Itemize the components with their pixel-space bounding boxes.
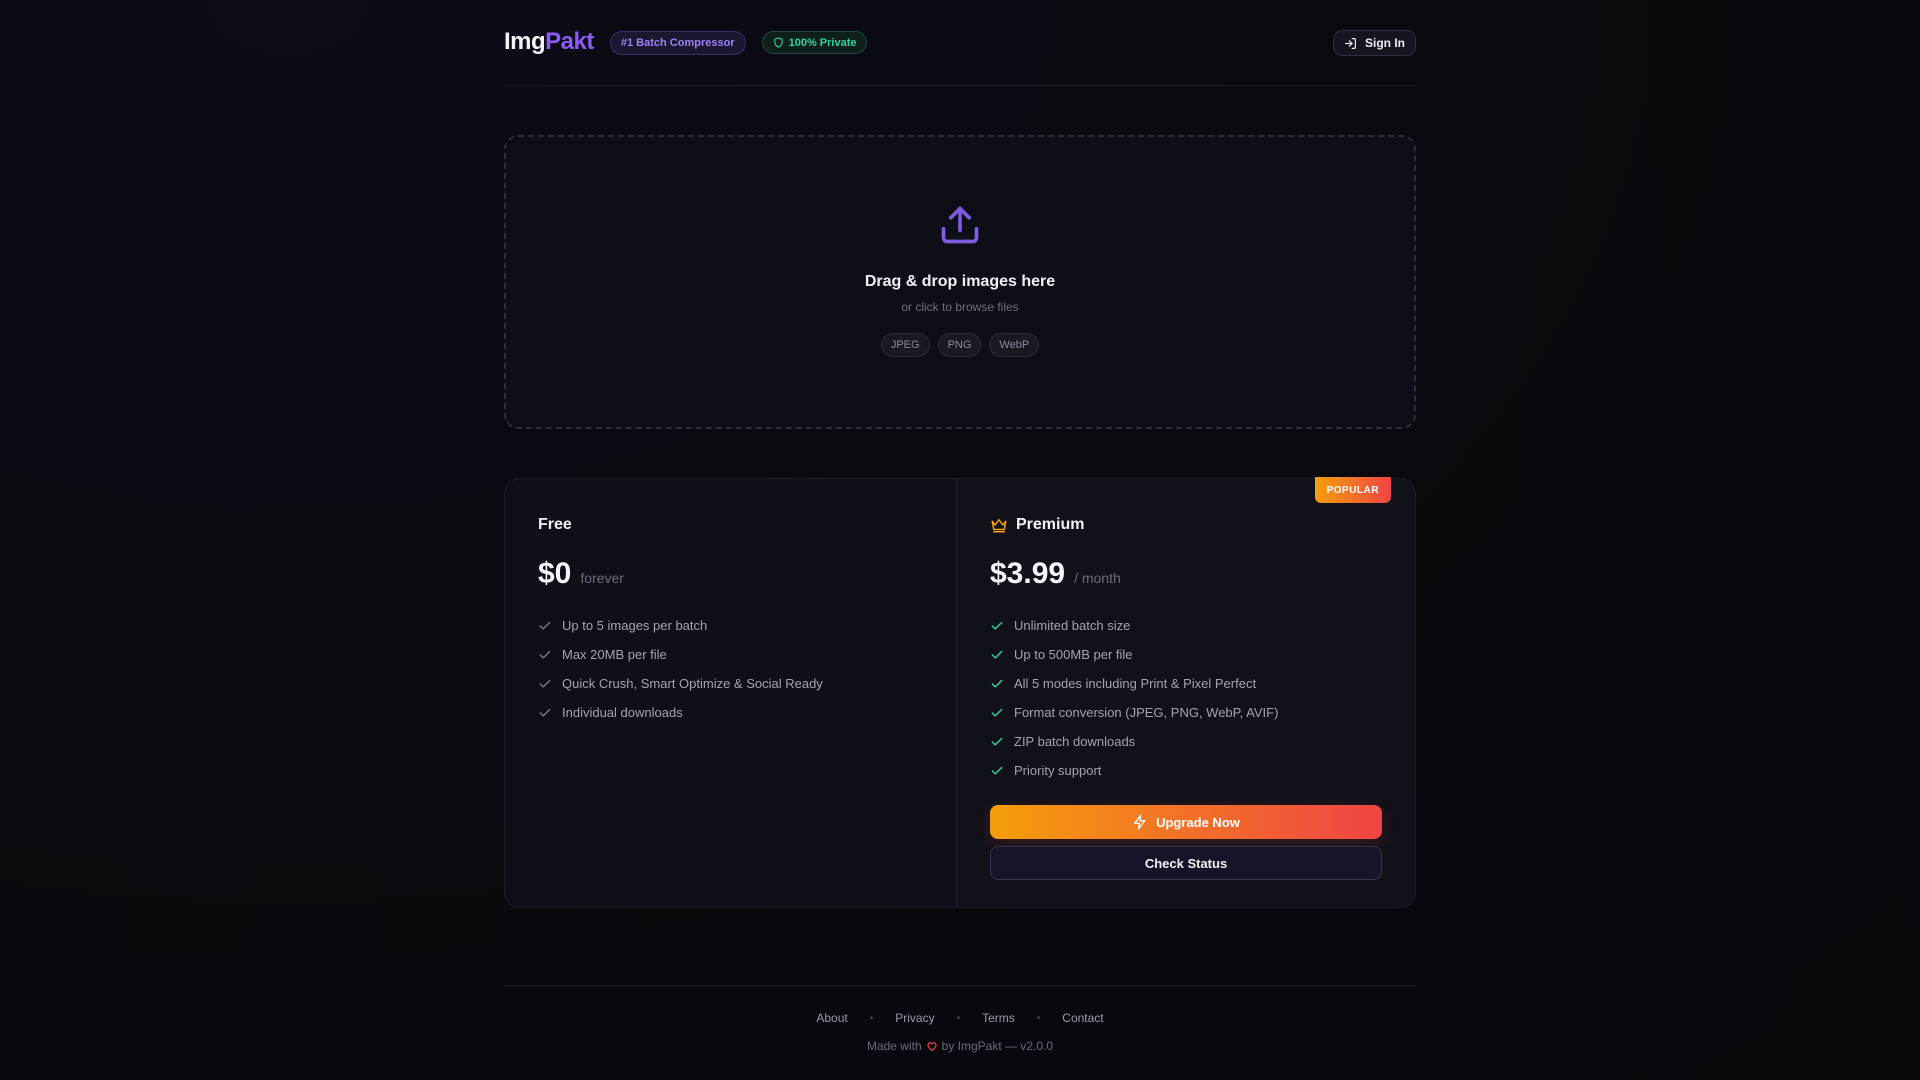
footer-separator: •	[869, 1012, 874, 1024]
feature-label: Individual downloads	[562, 705, 683, 720]
feature-label: ZIP batch downloads	[1014, 734, 1136, 749]
popular-badge: POPULAR	[1314, 477, 1391, 503]
footer-links: About • Privacy • Terms • Contact	[504, 1011, 1416, 1025]
feature-item: ZIP batch downloads	[990, 727, 1382, 756]
free-plan-name: Free	[538, 516, 572, 533]
check-status-label: Check Status	[1144, 855, 1228, 871]
free-price: $0	[538, 557, 572, 590]
feature-label: Quick Crush, Smart Optimize & Social Rea…	[562, 676, 823, 691]
feature-label: All 5 modes including Print & Pixel Perf…	[1014, 676, 1257, 691]
free-plan-card: Free $0 forever Up to 5 images per batch…	[505, 479, 957, 907]
footer-separator: •	[956, 1012, 961, 1024]
premium-plan-header: Premium	[990, 515, 1382, 535]
lightning-icon	[1134, 814, 1146, 830]
feature-item: Individual downloads	[538, 698, 923, 727]
feature-item: All 5 modes including Print & Pixel Perf…	[990, 669, 1382, 698]
check-icon	[539, 621, 551, 630]
footer-link-contact[interactable]: Contact	[1062, 1011, 1103, 1025]
footer-link-terms[interactable]: Terms	[982, 1011, 1015, 1025]
feature-label: Format conversion (JPEG, PNG, WebP, AVIF…	[1014, 705, 1279, 720]
footer-separator: •	[1036, 1012, 1041, 1024]
format-list: JPEG PNG WebP	[880, 333, 1040, 357]
check-icon	[991, 621, 1003, 630]
upgrade-now-button[interactable]: Upgrade Now	[990, 805, 1382, 839]
dropzone-title: Drag & drop images here	[864, 273, 1056, 290]
shield-icon	[773, 37, 783, 48]
private-badge-label: 100% Private	[788, 36, 857, 49]
premium-price: $3.99	[990, 557, 1066, 590]
feature-item: Up to 500MB per file	[990, 640, 1382, 669]
check-icon	[991, 766, 1003, 775]
made-with-suffix: by ImgPakt — v2.0.0	[941, 1039, 1054, 1053]
feature-item: Unlimited batch size	[990, 611, 1382, 640]
feature-label: Up to 500MB per file	[1014, 647, 1133, 662]
logo-text-img: Img	[504, 27, 546, 55]
feature-label: Max 20MB per file	[562, 647, 667, 662]
top-header: ImgPakt #1 Batch Compressor 100% Private…	[504, 0, 1416, 86]
sign-in-label: Sign In	[1365, 36, 1405, 50]
check-icon	[991, 737, 1003, 746]
upgrade-now-label: Upgrade Now	[1156, 814, 1240, 830]
check-icon	[539, 679, 551, 688]
format-chip-png: PNG	[937, 333, 982, 357]
check-status-button[interactable]: Check Status	[990, 846, 1382, 880]
premium-plan-name: Premium	[1016, 516, 1085, 533]
sign-in-icon	[1345, 37, 1356, 49]
free-period: forever	[580, 570, 624, 586]
logo-text-pakt: Pakt	[545, 27, 594, 55]
page-footer: About • Privacy • Terms • Contact Made w…	[504, 985, 1416, 1053]
heart-icon	[927, 1042, 937, 1052]
free-price-row: $0 forever	[538, 557, 923, 591]
feature-item: Format conversion (JPEG, PNG, WebP, AVIF…	[990, 698, 1382, 727]
made-with-prefix: Made with	[866, 1039, 922, 1053]
made-with-line: Made with by ImgPakt — v2.0.0	[504, 1039, 1416, 1053]
crown-icon	[991, 519, 1007, 533]
free-feature-list: Up to 5 images per batch Max 20MB per fi…	[538, 611, 923, 727]
dropzone-subtitle: or click to browse files	[901, 300, 1019, 314]
upload-icon	[941, 206, 979, 244]
check-icon	[539, 708, 551, 717]
premium-plan-card: POPULAR Premium $3.99 / month Unlimited …	[957, 477, 1415, 907]
page-container: ImgPakt #1 Batch Compressor 100% Private…	[504, 0, 1416, 1053]
premium-price-row: $3.99 / month	[990, 557, 1382, 591]
format-chip-jpeg: JPEG	[880, 333, 930, 357]
check-icon	[991, 708, 1003, 717]
feature-item: Up to 5 images per batch	[538, 611, 923, 640]
pricing-section: Free $0 forever Up to 5 images per batch…	[504, 477, 1416, 908]
footer-link-privacy[interactable]: Privacy	[895, 1011, 934, 1025]
logo[interactable]: ImgPakt	[504, 28, 594, 56]
feature-label: Unlimited batch size	[1014, 618, 1131, 633]
sign-in-button[interactable]: Sign In	[1333, 30, 1416, 56]
feature-item: Quick Crush, Smart Optimize & Social Rea…	[538, 669, 923, 698]
feature-item: Max 20MB per file	[538, 640, 923, 669]
upload-dropzone[interactable]: Drag & drop images here or click to brow…	[504, 135, 1416, 429]
feature-label: Up to 5 images per batch	[562, 618, 708, 633]
premium-period: / month	[1074, 570, 1121, 586]
check-icon	[539, 650, 551, 659]
format-chip-webp: WebP	[989, 333, 1040, 357]
check-icon	[991, 650, 1003, 659]
check-icon	[991, 679, 1003, 688]
footer-link-about[interactable]: About	[816, 1011, 847, 1025]
batch-compressor-badge: #1 Batch Compressor	[609, 30, 746, 55]
feature-label: Priority support	[1014, 763, 1102, 778]
private-badge: 100% Private	[761, 31, 868, 54]
feature-item: Priority support	[990, 756, 1382, 785]
premium-feature-list: Unlimited batch size Up to 500MB per fil…	[990, 611, 1382, 785]
